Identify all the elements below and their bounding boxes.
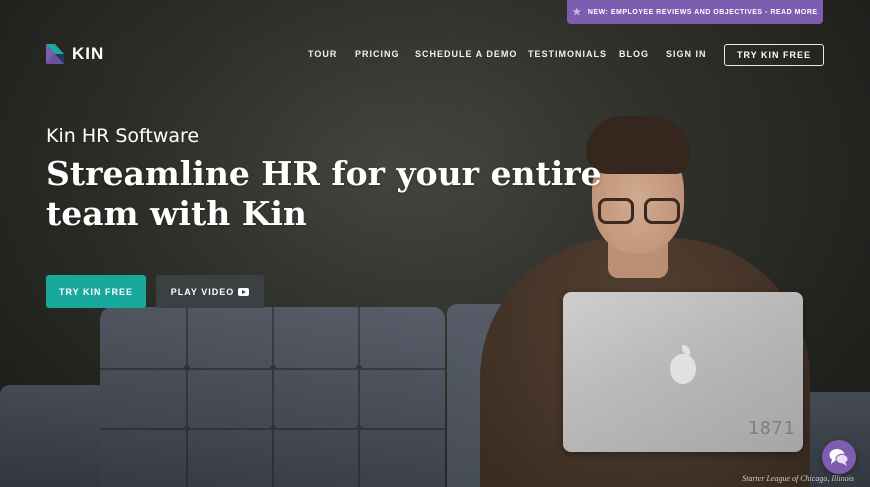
chat-bubbles-icon xyxy=(829,449,849,466)
nav-tour[interactable]: TOUR xyxy=(308,49,337,59)
main-nav: TOUR PRICING SCHEDULE A DEMO TESTIMONIAL… xyxy=(0,44,870,66)
nav-try-free-button[interactable]: TRY KIN FREE xyxy=(724,44,824,66)
play-video-label: PLAY VIDEO xyxy=(170,286,235,297)
hero-photo: 1871 xyxy=(0,0,870,487)
hero-eyebrow: Kin HR Software xyxy=(46,125,200,147)
hero-headline: Streamline HR for your entire team with … xyxy=(46,154,602,233)
nav-blog[interactable]: BLOG xyxy=(619,49,649,59)
star-icon: ★ xyxy=(572,6,582,18)
try-kin-free-button[interactable]: TRY KIN FREE xyxy=(46,275,146,308)
nav-testimonials[interactable]: TESTIMONIALS xyxy=(528,49,607,59)
hero-section: 1871 ★ NEW: EMPLOYEE REVIEWS AND OBJECTI… xyxy=(0,0,870,487)
play-video-button[interactable]: PLAY VIDEO xyxy=(156,275,264,308)
chat-button[interactable] xyxy=(822,440,856,474)
nav-schedule-demo[interactable]: SCHEDULE A DEMO xyxy=(415,49,517,59)
play-icon xyxy=(238,287,250,296)
nav-pricing[interactable]: PRICING xyxy=(355,49,400,59)
announcement-banner[interactable]: ★ NEW: EMPLOYEE REVIEWS AND OBJECTIVES -… xyxy=(567,0,823,24)
photo-caption: Starter League of Chicago, Illinois xyxy=(742,474,854,483)
photo-overlay xyxy=(0,0,870,487)
nav-sign-in[interactable]: SIGN IN xyxy=(666,49,707,59)
announcement-text: NEW: EMPLOYEE REVIEWS AND OBJECTIVES - R… xyxy=(587,8,818,16)
